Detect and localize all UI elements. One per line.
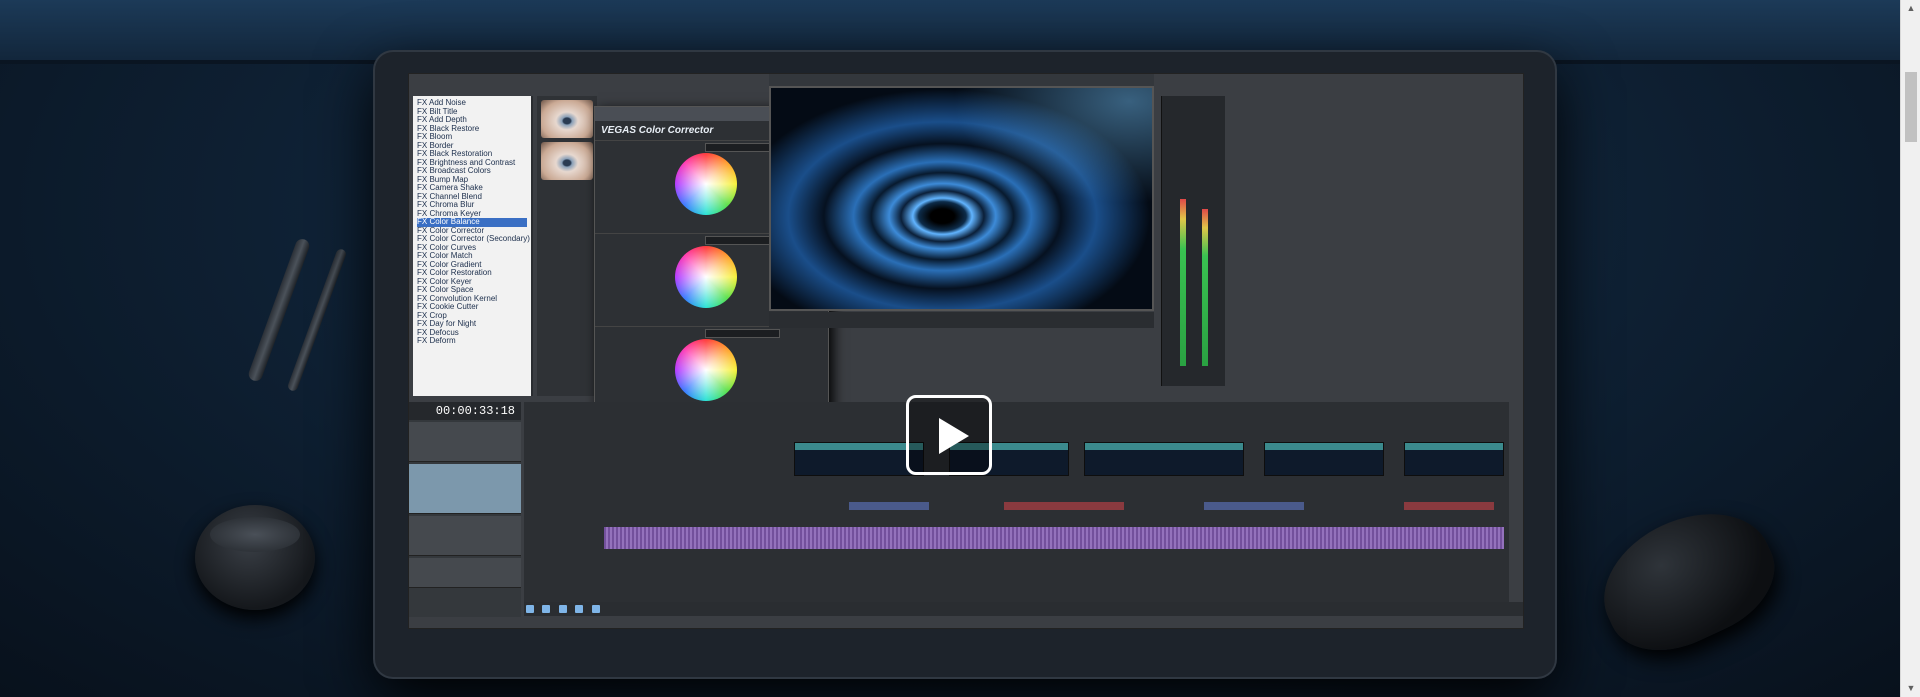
meter-bar-right (1202, 209, 1208, 366)
computer-mouse (1582, 488, 1793, 672)
color-wheel[interactable] (675, 339, 737, 401)
video-play-button[interactable] (906, 395, 992, 475)
master-meter (1161, 96, 1225, 386)
track-header[interactable] (409, 516, 521, 556)
audio-clip[interactable] (1204, 502, 1304, 510)
wall (0, 0, 1900, 60)
record-icon[interactable] (575, 605, 584, 613)
page-scrollbar[interactable]: ▲ ▼ (1900, 0, 1920, 697)
preview-toolbar (769, 74, 1154, 86)
track-list (409, 402, 521, 617)
audio-clip[interactable] (849, 502, 929, 510)
vegas-app-screen: FX Add Noise FX Bilt Title FX Add Depth FX … (408, 73, 1524, 629)
scroll-up-arrow-icon[interactable]: ▲ (1901, 0, 1920, 17)
background-scene: FX Add Noise FX Bilt Title FX Add Depth FX … (0, 0, 1900, 697)
color-wheel[interactable] (675, 246, 737, 308)
video-clip[interactable] (1404, 442, 1504, 476)
audio-clip[interactable] (1004, 502, 1124, 510)
audio-waveform[interactable] (604, 527, 1504, 549)
timeline (524, 402, 1509, 602)
preset-thumbnail[interactable] (541, 142, 593, 180)
audio-clip[interactable] (1404, 502, 1494, 510)
video-clip[interactable] (1264, 442, 1384, 476)
scroll-thumb[interactable] (1905, 72, 1917, 142)
fx-list-item[interactable]: FX Deform (417, 336, 527, 346)
play-icon[interactable] (526, 605, 534, 613)
color-wheel[interactable] (675, 153, 737, 215)
stop-icon[interactable] (558, 605, 567, 613)
wheel-value[interactable] (705, 329, 780, 338)
fx-presets (537, 96, 597, 396)
video-fx-list[interactable]: FX Add Noise FX Bilt Title FX Add Depth FX … (413, 96, 533, 396)
timecode-display: 00:00:33:18 (409, 402, 521, 420)
speaker-knob (195, 505, 315, 610)
loop-icon[interactable] (591, 605, 600, 613)
light-glow (923, 88, 1152, 221)
meter-bar-left (1180, 198, 1186, 366)
preset-thumbnail[interactable] (541, 100, 593, 138)
scroll-down-arrow-icon[interactable]: ▼ (1901, 680, 1920, 697)
preview-info (771, 330, 1151, 352)
track-header[interactable] (409, 422, 521, 462)
pause-icon[interactable] (542, 605, 551, 613)
video-clip[interactable] (794, 442, 924, 476)
preview-transport (769, 312, 1154, 328)
video-preview (769, 86, 1154, 311)
audio-track-header[interactable] (409, 558, 521, 588)
video-clip[interactable] (1084, 442, 1244, 476)
transport-toolbar (524, 602, 1523, 616)
track-header-selected[interactable] (409, 464, 521, 514)
